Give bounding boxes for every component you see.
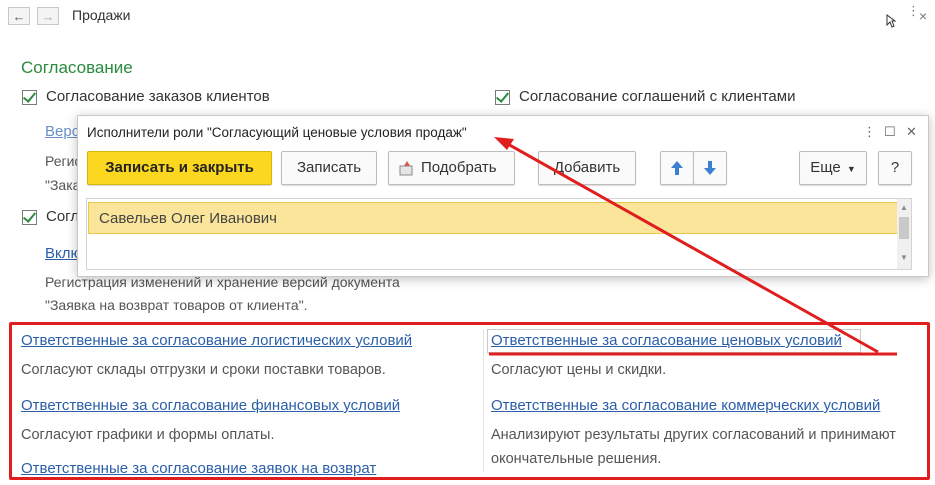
annotation-arrow	[489, 137, 897, 356]
